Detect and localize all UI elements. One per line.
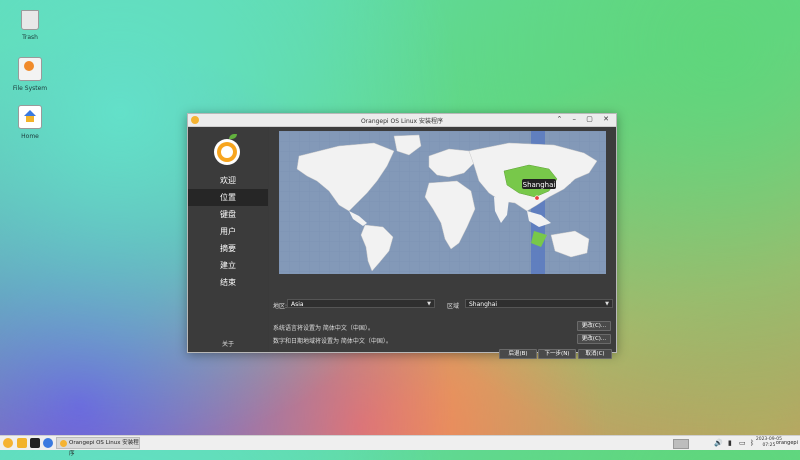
- desktop-icon-file-system[interactable]: File System: [5, 57, 55, 92]
- user-name[interactable]: orangepi: [776, 440, 798, 446]
- region-label: 地区:: [273, 303, 288, 310]
- window-controls[interactable]: ⌃ – ▢ ✕: [556, 115, 613, 123]
- app-icon: [60, 440, 67, 447]
- selected-city-label: Shanghai: [523, 181, 556, 189]
- back-button[interactable]: 后退(B): [499, 349, 537, 359]
- sidebar-item-install: 建立: [220, 261, 236, 270]
- taskbar: Orangepi OS Linux 安装程序 🔊 ▮ ▭ ᛒ 2023-09-0…: [0, 435, 800, 457]
- zone-select[interactable]: Shanghai ▼: [465, 299, 613, 308]
- sidebar: 欢迎 位置 键盘 用户 摘要 建立 结束 关于: [188, 127, 268, 352]
- desktop-icon-label: File System: [12, 85, 48, 92]
- start-menu-icon[interactable]: [3, 438, 13, 448]
- world-map-graphic: Shanghai: [279, 131, 606, 274]
- zone-select-value: Shanghai: [469, 301, 498, 308]
- volume-icon[interactable]: 🔊: [714, 439, 723, 447]
- bluetooth-icon[interactable]: ᛒ: [750, 439, 754, 447]
- chevron-down-icon: ▼: [605, 301, 609, 307]
- desktop-icon-label: Home: [21, 133, 39, 140]
- next-button[interactable]: 下一步(N): [538, 349, 576, 359]
- taskbar-task-label: Orangepi OS Linux 安装程序: [69, 440, 139, 457]
- window-title: Orangepi OS Linux 安装程序: [360, 118, 444, 125]
- sidebar-item-welcome: 欢迎: [220, 176, 236, 185]
- language-info-text: 系统语言将设置为 简体中文（中国）。: [273, 325, 374, 332]
- hard-drive-icon: [18, 57, 42, 81]
- city-pin-icon: [534, 195, 540, 201]
- sidebar-nav: 欢迎 位置 键盘 用户 摘要 建立 结束: [188, 172, 268, 291]
- desktop-icon-home[interactable]: Home: [5, 105, 55, 140]
- folder-icon[interactable]: [17, 438, 27, 448]
- browser-icon[interactable]: [43, 438, 53, 448]
- battery-icon[interactable]: ▮: [728, 439, 732, 447]
- sidebar-item-summary: 摘要: [220, 244, 236, 253]
- cancel-button[interactable]: 取消(C): [578, 349, 612, 359]
- locale-info-text: 数字和日期地域将设置为 简体中文（中国）。: [273, 338, 392, 345]
- orangepi-logo-icon: [214, 134, 240, 165]
- sidebar-item-finish: 结束: [220, 278, 236, 287]
- region-select[interactable]: Asia ▼: [287, 299, 435, 308]
- main-panel: Shanghai 地区: Asia ▼ 区域 Shanghai ▼ 系统语言将设…: [269, 127, 616, 359]
- keyboard-layout-indicator[interactable]: [673, 439, 689, 449]
- change-language-button[interactable]: 更改(C)...: [577, 321, 611, 331]
- zone-label: 区域: [447, 303, 460, 310]
- desktop-icon-label: Trash: [22, 34, 38, 41]
- timezone-map[interactable]: Shanghai: [279, 131, 606, 274]
- about-button[interactable]: 关于: [188, 339, 268, 348]
- network-icon[interactable]: ▭: [739, 439, 746, 447]
- terminal-icon[interactable]: [30, 438, 40, 448]
- sidebar-item-keyboard: 键盘: [220, 210, 236, 219]
- change-locale-button[interactable]: 更改(C)...: [577, 334, 611, 344]
- installer-window: Orangepi OS Linux 安装程序 ⌃ – ▢ ✕ 欢迎 位置 键盘 …: [187, 113, 617, 359]
- trash-icon: [21, 10, 39, 30]
- window-titlebar[interactable]: Orangepi OS Linux 安装程序 ⌃ – ▢ ✕: [188, 114, 616, 127]
- region-select-value: Asia: [291, 301, 304, 308]
- taskbar-task-installer[interactable]: Orangepi OS Linux 安装程序: [56, 437, 140, 457]
- chevron-down-icon: ▼: [427, 301, 431, 307]
- home-folder-icon: [18, 105, 42, 129]
- sidebar-item-users: 用户: [220, 227, 236, 236]
- desktop-icon-trash[interactable]: Trash: [5, 10, 55, 41]
- sidebar-item-location: 位置: [188, 189, 268, 206]
